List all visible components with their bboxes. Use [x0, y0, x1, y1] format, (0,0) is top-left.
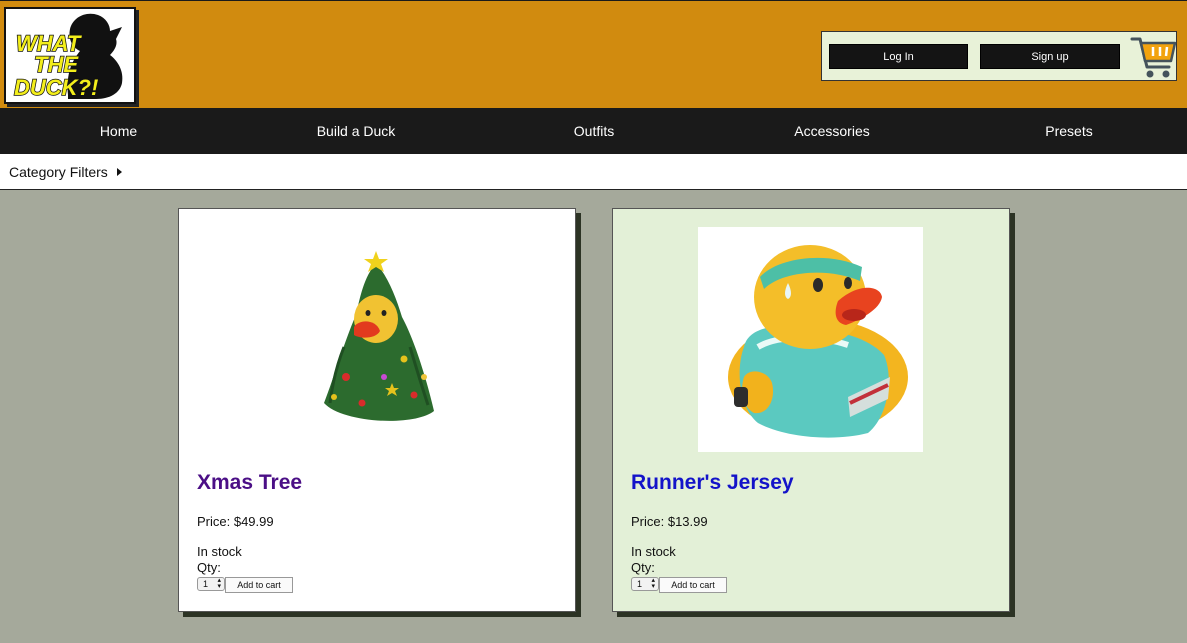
shopping-cart-icon[interactable]: [1129, 33, 1177, 79]
nav-item-build-a-duck[interactable]: Build a Duck: [237, 108, 475, 154]
site-header: WHAT THE DUCK?! ® Log In Sign up: [0, 0, 1187, 108]
qty-label: Qty:: [631, 560, 655, 575]
add-to-cart-button[interactable]: Add to cart: [225, 577, 293, 593]
stepper-arrows-icon: ▴ ▾: [217, 577, 221, 590]
product-title-link[interactable]: Xmas Tree: [197, 471, 302, 495]
registered-mark: ®: [106, 92, 111, 99]
nav-item-outfits[interactable]: Outfits: [475, 108, 713, 154]
qty-value: 1: [203, 579, 209, 589]
signup-button[interactable]: Sign up: [980, 44, 1120, 69]
stepper-arrows-icon: ▴ ▾: [651, 577, 655, 590]
runner-duck-image[interactable]: [698, 227, 923, 452]
christmas-tree-duck-image[interactable]: [264, 227, 489, 452]
main-nav: Home Build a Duck Outfits Accessories Pr…: [0, 108, 1187, 154]
duck-silhouette-icon: WHAT THE DUCK?! ®: [13, 13, 123, 101]
product-price: Price: $13.99: [631, 514, 708, 529]
add-to-cart-button[interactable]: Add to cart: [659, 577, 727, 593]
qty-select[interactable]: 1 ▴ ▾: [631, 577, 659, 591]
category-filters-toggle[interactable]: Category Filters: [9, 164, 108, 180]
site-logo[interactable]: WHAT THE DUCK?! ®: [4, 7, 136, 104]
qty-select[interactable]: 1 ▴ ▾: [197, 577, 225, 591]
product-title-link[interactable]: Runner's Jersey: [631, 471, 794, 495]
nav-item-accessories[interactable]: Accessories: [713, 108, 951, 154]
qty-label: Qty:: [197, 560, 221, 575]
nav-item-home[interactable]: Home: [0, 108, 237, 154]
logo-word-2: THE: [34, 52, 79, 77]
category-filters-bar: Category Filters: [0, 154, 1187, 190]
product-card: Runner's Jersey Price: $13.99 In stock Q…: [612, 208, 1010, 612]
nav-item-presets[interactable]: Presets: [951, 108, 1187, 154]
logo-word-3: DUCK?!: [14, 75, 98, 100]
stock-status: In stock: [197, 544, 242, 559]
stock-status: In stock: [631, 544, 676, 559]
auth-panel: Log In Sign up: [821, 31, 1177, 81]
login-button[interactable]: Log In: [829, 44, 968, 69]
qty-value: 1: [637, 579, 643, 589]
product-card: Xmas Tree Price: $49.99 In stock Qty: 1 …: [178, 208, 576, 612]
caret-right-icon[interactable]: [117, 168, 122, 176]
product-price: Price: $49.99: [197, 514, 274, 529]
